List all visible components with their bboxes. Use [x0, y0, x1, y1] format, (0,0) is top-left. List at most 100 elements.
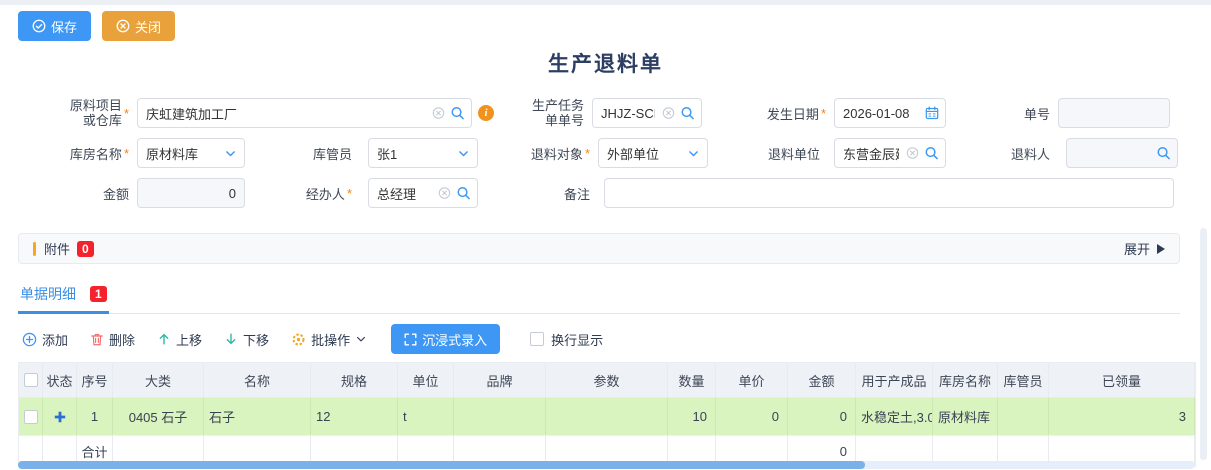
trash-icon: [90, 332, 104, 347]
wrap-display-checkbox[interactable]: [530, 332, 544, 346]
tab-bar: 单据明细 1: [18, 284, 1180, 314]
search-icon[interactable]: [680, 106, 695, 121]
cell-product[interactable]: 水稳定土,3.0M: [856, 398, 933, 435]
table-row[interactable]: 1 0405 石子 石子 12 t 10 0 0 水稳定土,3.0M 原材料库 …: [19, 397, 1195, 435]
search-icon[interactable]: [450, 106, 465, 121]
close-button[interactable]: 关闭: [102, 11, 175, 41]
cell-name[interactable]: 石子: [204, 398, 311, 435]
cell-category[interactable]: 0405 石子: [113, 398, 204, 435]
delete-row-button[interactable]: 删除: [90, 330, 135, 349]
wrap-display-label: 换行显示: [551, 330, 603, 349]
horizontal-scrollbar[interactable]: [18, 461, 1195, 469]
cell-seq[interactable]: 1: [77, 398, 113, 435]
chevron-down-icon: [224, 147, 237, 160]
cell-warehouse[interactable]: 原材料库: [933, 398, 998, 435]
cell-received[interactable]: 3: [1049, 398, 1195, 435]
col-header-amount: 金额: [788, 363, 856, 397]
calendar-icon[interactable]: [925, 106, 939, 120]
col-header-param: 参数: [546, 363, 668, 397]
required-asterisk: *: [347, 186, 352, 201]
chevron-down-icon: [687, 147, 700, 160]
fullscreen-brackets-icon: [404, 333, 417, 346]
close-button-label: 关闭: [135, 17, 161, 36]
required-asterisk: *: [124, 146, 129, 161]
tab-detail[interactable]: 单据明细 1: [18, 284, 109, 314]
row-status-cell[interactable]: [43, 398, 77, 435]
remark-input[interactable]: [604, 178, 1174, 208]
return-target-label: 退料对象 *: [478, 138, 598, 168]
arrow-down-icon: [224, 332, 238, 346]
plus-circle-icon: [22, 332, 37, 347]
save-button[interactable]: 保存: [18, 11, 91, 41]
search-icon[interactable]: [924, 146, 939, 161]
warehouse-name-label: 库房名称 *: [15, 138, 137, 168]
cell-qty[interactable]: 10: [668, 398, 716, 435]
expand-label: 展开: [1124, 239, 1150, 258]
attachment-count-badge: 0: [77, 241, 94, 257]
task-no-label: 生产任务单单号: [508, 98, 592, 128]
attachment-label: 附件: [44, 239, 70, 258]
col-header-category: 大类: [113, 363, 204, 397]
form-row-2: 库房名称 * 原材料库 库管员 张1 退料对象 * 外部单位: [15, 138, 1211, 168]
col-header-warehouse: 库房名称: [933, 363, 998, 397]
immersive-entry-button[interactable]: 沉浸式录入: [391, 324, 500, 354]
cell-spec[interactable]: 12: [311, 398, 398, 435]
col-header-spec: 规格: [311, 363, 398, 397]
wrap-display-toggle[interactable]: 换行显示: [530, 330, 603, 349]
top-toolbar: 保存 关闭: [0, 5, 1211, 41]
return-target-select[interactable]: 外部单位: [598, 138, 708, 168]
cell-amount[interactable]: 0: [788, 398, 856, 435]
col-header-name: 名称: [204, 363, 311, 397]
clear-icon[interactable]: [432, 107, 445, 120]
select-all-checkbox[interactable]: [24, 373, 38, 387]
return-unit-label: 退料单位: [708, 138, 828, 168]
horizontal-scrollbar-thumb[interactable]: [18, 461, 865, 469]
tab-detail-count-badge: 1: [90, 286, 107, 302]
warehouse-keeper-select[interactable]: 张1: [368, 138, 478, 168]
col-header-price: 单价: [716, 363, 788, 397]
warehouse-keeper-label: 库管员: [245, 138, 360, 168]
col-header-status: 状态: [43, 363, 77, 397]
return-person-label: 退料人: [946, 138, 1058, 168]
info-icon[interactable]: i: [478, 105, 494, 121]
search-icon[interactable]: [1156, 146, 1171, 161]
search-icon[interactable]: [456, 186, 471, 201]
form-row-1: 原料项目或仓库 * i 生产任务单单号 发生日期 *: [15, 98, 1211, 128]
warehouse-name-select[interactable]: 原材料库: [137, 138, 245, 168]
tab-detail-label: 单据明细: [20, 284, 76, 304]
project-label: 原料项目或仓库 *: [15, 98, 137, 128]
amount-input: [137, 178, 245, 208]
batch-operations-button[interactable]: 批操作: [291, 330, 367, 349]
move-up-button[interactable]: 上移: [157, 330, 202, 349]
grid-toolbar: 添加 删除 上移 下移 批操作 沉浸式录入 换行显示: [22, 324, 1180, 354]
expand-button[interactable]: 展开: [1124, 239, 1165, 258]
col-header-keeper: 库管员: [998, 363, 1049, 397]
project-input[interactable]: [137, 98, 472, 128]
attachment-bar[interactable]: 附件 0 展开: [18, 233, 1180, 264]
vertical-scrollbar[interactable]: [1200, 228, 1207, 460]
col-header-unit: 单位: [398, 363, 454, 397]
form-row-3: 金额 经办人 * 备注: [15, 178, 1211, 208]
section-marker-icon: [33, 242, 36, 256]
row-checkbox[interactable]: [24, 410, 38, 424]
save-button-label: 保存: [51, 17, 77, 36]
cell-brand[interactable]: [454, 398, 546, 435]
doc-no-input: [1058, 98, 1170, 128]
cell-unit[interactable]: t: [398, 398, 454, 435]
plus-icon[interactable]: [54, 411, 66, 423]
move-down-button[interactable]: 下移: [224, 330, 269, 349]
cell-keeper[interactable]: [998, 398, 1049, 435]
cell-price[interactable]: 0: [716, 398, 788, 435]
cell-param[interactable]: [546, 398, 668, 435]
clear-icon[interactable]: [438, 187, 451, 200]
close-circle-icon: [116, 19, 130, 33]
chevron-down-icon: [355, 333, 367, 345]
doc-no-label: 单号: [986, 98, 1058, 128]
clear-icon[interactable]: [662, 107, 675, 120]
add-row-button[interactable]: 添加: [22, 330, 68, 349]
clear-icon[interactable]: [906, 147, 919, 160]
detail-table: 状态 序号 大类 名称 规格 单位 品牌 参数 数量 单价 金额 用于产成品 库…: [18, 362, 1196, 467]
triangle-right-icon: [1157, 244, 1165, 254]
remark-label: 备注: [478, 178, 598, 208]
agent-label: 经办人 *: [245, 178, 360, 208]
